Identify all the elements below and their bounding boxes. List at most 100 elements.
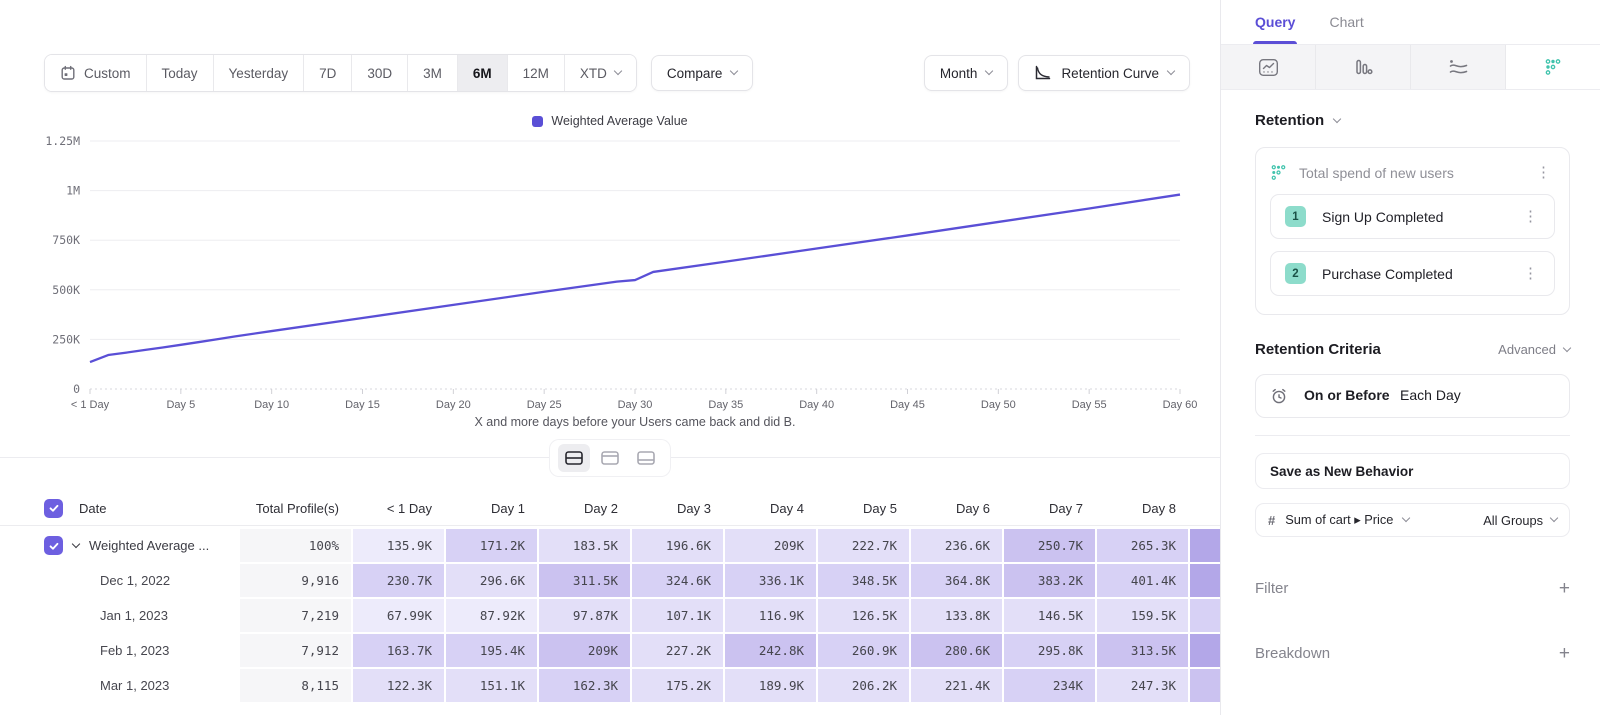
retention-value-cell: 247.3K [1097,669,1188,702]
add-filter-button[interactable]: + [1559,579,1570,598]
chevron-down-icon [1333,114,1341,122]
retention-value-cell: 311.5K [539,564,630,597]
chart-type-label: Retention Curve [1061,66,1159,81]
retention-value-cell: 195.4K [446,634,537,667]
chart-legend[interactable]: Weighted Average Value [0,113,1220,129]
table-layout-strip [0,437,1220,479]
retention-table: DateTotal Profile(s)< 1 DayDay 1Day 2Day… [0,491,1220,702]
select-all-checkbox[interactable] [44,499,63,518]
svg-text:Day 50: Day 50 [981,399,1016,411]
retention-value-cell: 107.1K [632,599,723,632]
row-label-cell: Feb 1, 2023 [0,634,240,667]
chevron-down-icon [1402,514,1410,522]
chevron-down-icon [730,67,738,75]
svg-text:Day 45: Day 45 [890,399,925,411]
chart-type-retention-button[interactable] [1506,45,1600,89]
measure-row[interactable]: # Sum of cart ▸ Price All Groups [1255,503,1570,537]
retention-value-cell: 183.5K [539,529,630,562]
row-label: Weighted Average ... [89,538,209,553]
range-custom[interactable]: Custom [45,55,147,91]
tab-query[interactable]: Query [1255,14,1295,44]
header-date-cell: Date [0,491,240,525]
chart-type-strip [1221,45,1600,90]
svg-text:1.25M: 1.25M [45,134,80,148]
groups-label: All Groups [1483,513,1543,528]
svg-text:500K: 500K [52,283,80,297]
criteria-card[interactable]: On or Before Each Day [1255,374,1570,418]
clipped-value-cell [1190,634,1220,667]
add-breakdown-button[interactable]: + [1559,644,1570,663]
retention-value-cell: 97.87K [539,599,630,632]
svg-text:Day 35: Day 35 [708,399,743,411]
column-header: < 1 Day [353,491,444,525]
kebab-icon[interactable]: ⋮ [1519,264,1542,283]
behavior-title: Total spend of new users [1299,165,1520,181]
range-label: 3M [423,66,442,81]
column-header: Day 6 [911,491,1002,525]
svg-text:1M: 1M [66,184,80,198]
range-6m[interactable]: 6M [458,55,508,91]
range-7d[interactable]: 7D [304,55,352,91]
chevron-down-icon [1550,514,1558,522]
split-bottom-toggle[interactable] [630,444,662,472]
chevron-down-icon [1563,343,1571,351]
groups-dropdown[interactable]: All Groups [1483,513,1557,528]
compare-button[interactable]: Compare [651,55,754,91]
main-area: Custom Today Yesterday 7D30D 3M 6M 12M XTD Comp… [0,0,1220,715]
range-xtd[interactable]: XTD [565,55,636,91]
retention-value-cell: 159.5K [1097,599,1188,632]
retention-value-cell: 313.5K [1097,634,1188,667]
query-panel: Query Chart [1220,0,1600,715]
advanced-toggle[interactable]: Advanced [1498,342,1570,357]
filter-row: Filter + [1255,579,1570,598]
svg-text:Day 20: Day 20 [436,399,471,411]
chart-type-flow-button[interactable] [1411,45,1506,89]
granularity-label: Month [940,66,978,81]
step-label: Sign Up Completed [1322,209,1519,225]
panel-tabs: Query Chart [1221,0,1600,45]
range-label: XTD [580,66,607,81]
svg-text:X and more days before your Us: X and more days before your Users came b… [475,415,796,429]
panel-content: Retention Total spend of new u [1221,90,1600,663]
range-yesterday[interactable]: Yesterday [214,55,305,91]
behavior-step-purchase-completed[interactable]: 2Purchase Completed⋮ [1270,251,1555,296]
save-as-new-behavior-button[interactable]: Save as New Behavior [1255,453,1570,489]
kebab-icon[interactable]: ⋮ [1519,207,1542,226]
behavior-step-sign-up-completed[interactable]: 1 Sign Up Completed⋮ [1270,194,1555,239]
range-label: Custom [84,66,131,81]
row-label: Feb 1, 2023 [100,643,169,658]
retention-curve-icon [1034,65,1052,81]
step-number-badge: 1 [1285,206,1306,227]
retention-value-cell: 163.7K [353,634,444,667]
clipped-value-cell [1190,564,1220,597]
range-label: Today [162,66,198,81]
retention-value-cell: 260.9K [818,634,909,667]
chart-type-button[interactable]: Retention Curve [1018,55,1190,91]
column-header: Day 8 [1097,491,1188,525]
row-checkbox[interactable] [44,536,63,555]
granularity-button[interactable]: Month [924,55,1009,91]
range-today[interactable]: Today [147,55,214,91]
svg-text:Day 40: Day 40 [799,399,834,411]
range-3m[interactable]: 3M [408,55,458,91]
range-label: 12M [523,66,549,81]
retention-section-label: Retention [1255,112,1324,129]
split-top-toggle[interactable] [594,444,626,472]
kebab-icon[interactable]: ⋮ [1532,163,1555,182]
chart-type-bar-button[interactable] [1316,45,1411,89]
table-row: Feb 1, 20237,912163.7K195.4K209K227.2K24… [0,634,1220,667]
range-label: Yesterday [229,66,289,81]
retention-value-cell: 133.8K [911,599,1002,632]
split-top-icon [600,450,620,466]
expand-chevron-icon[interactable] [72,540,80,548]
split-middle-toggle[interactable] [558,444,590,472]
row-label: Mar 1, 2023 [100,678,169,693]
table-body: Weighted Average ...100%135.9K171.2K183.… [0,529,1220,702]
range-30d[interactable]: 30D [352,55,408,91]
tab-chart[interactable]: Chart [1329,14,1363,44]
chart-type-line-button[interactable] [1221,45,1316,89]
measure-label: Sum of cart ▸ Price [1285,512,1393,528]
retention-section-heading[interactable]: Retention [1255,112,1570,129]
range-12m[interactable]: 12M [508,55,565,91]
split-middle-icon [564,450,584,466]
